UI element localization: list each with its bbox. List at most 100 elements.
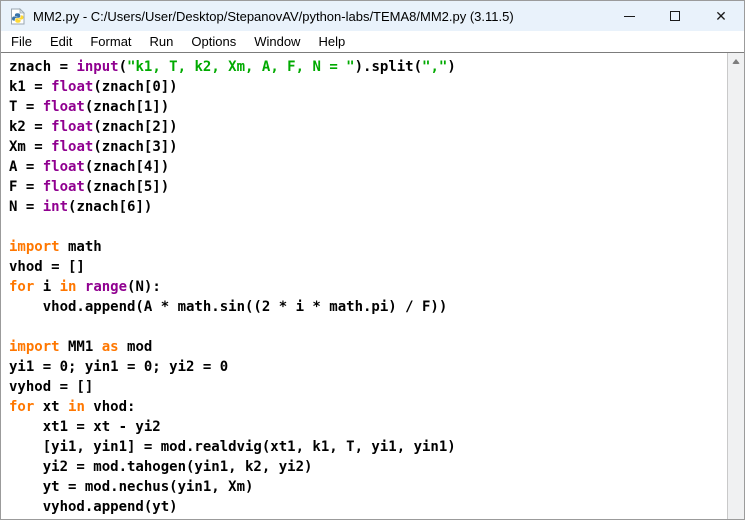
menu-item-run[interactable]: Run	[141, 32, 183, 51]
code-token: (znach[0])	[93, 79, 177, 95]
window-controls: ✕	[606, 1, 744, 31]
code-token: for	[9, 399, 34, 415]
menubar: FileEditFormatRunOptionsWindowHelp	[1, 31, 744, 53]
code-token: vhod:	[85, 399, 136, 415]
code-token: Xm =	[9, 139, 51, 155]
code-token: xt1 = xt - yi2	[9, 419, 161, 435]
code-token: (znach[5])	[85, 179, 169, 195]
titlebar: MM2.py - C:/Users/User/Desktop/StepanovA…	[1, 1, 744, 31]
python-file-icon	[9, 8, 26, 25]
code-line: import math	[9, 237, 727, 257]
code-token: (znach[1])	[85, 99, 169, 115]
code-line	[9, 217, 727, 237]
code-token: in	[60, 279, 77, 295]
code-line: k2 = float(znach[2])	[9, 117, 727, 137]
code-token: mod	[119, 339, 153, 355]
code-token: vyhod = []	[9, 379, 93, 395]
code-line: A = float(znach[4])	[9, 157, 727, 177]
minimize-button[interactable]	[606, 1, 652, 31]
code-line: for xt in vhod:	[9, 397, 727, 417]
menu-item-format[interactable]: Format	[81, 32, 140, 51]
code-token: T =	[9, 99, 43, 115]
code-token: float	[43, 179, 85, 195]
code-token: import	[9, 239, 60, 255]
code-token: "k1, T, k2, Xm, A, F, N = "	[127, 59, 355, 75]
menu-item-edit[interactable]: Edit	[41, 32, 81, 51]
code-line: vhod = []	[9, 257, 727, 277]
code-line: F = float(znach[5])	[9, 177, 727, 197]
code-token: (	[119, 59, 127, 75]
code-token: ","	[422, 59, 447, 75]
code-token: (znach[3])	[93, 139, 177, 155]
code-line: vyhod.append(yt)	[9, 497, 727, 517]
code-token: [yi1, yin1] = mod.realdvig(xt1, k1, T, y…	[9, 439, 456, 455]
code-token: k1 =	[9, 79, 51, 95]
code-token: ).split(	[355, 59, 422, 75]
close-button[interactable]: ✕	[698, 1, 744, 31]
code-token: float	[51, 119, 93, 135]
code-token: yt = mod.nechus(yin1, Xm)	[9, 479, 253, 495]
maximize-icon	[670, 11, 680, 21]
code-token: import	[9, 339, 60, 355]
code-token: (znach[6])	[68, 199, 152, 215]
code-line: T = float(znach[1])	[9, 97, 727, 117]
code-token: k2 =	[9, 119, 51, 135]
code-token: vhod = []	[9, 259, 85, 275]
code-token: N =	[9, 199, 43, 215]
code-token: (N):	[127, 279, 161, 295]
code-token: MM1	[60, 339, 102, 355]
code-token: znach =	[9, 59, 76, 75]
code-line: N = int(znach[6])	[9, 197, 727, 217]
code-token: float	[43, 159, 85, 175]
code-line: vyhod = []	[9, 377, 727, 397]
code-line: Xm = float(znach[3])	[9, 137, 727, 157]
code-token: float	[51, 139, 93, 155]
code-token: float	[43, 99, 85, 115]
code-line	[9, 317, 727, 337]
minimize-icon	[624, 16, 635, 17]
code-token: )	[447, 59, 455, 75]
code-token: math	[60, 239, 102, 255]
menu-item-file[interactable]: File	[2, 32, 41, 51]
code-token: int	[43, 199, 68, 215]
code-token: A =	[9, 159, 43, 175]
code-token: input	[76, 59, 118, 75]
code-line: yi2 = mod.tahogen(yin1, k2, yi2)	[9, 457, 727, 477]
code-token: (znach[2])	[93, 119, 177, 135]
code-token	[76, 279, 84, 295]
code-token: for	[9, 279, 34, 295]
code-editor[interactable]: znach = input("k1, T, k2, Xm, A, F, N = …	[1, 53, 727, 519]
menu-item-help[interactable]: Help	[309, 32, 354, 51]
editor-content: znach = input("k1, T, k2, Xm, A, F, N = …	[1, 53, 744, 519]
code-line: znach = input("k1, T, k2, Xm, A, F, N = …	[9, 57, 727, 77]
close-icon: ✕	[715, 9, 727, 23]
code-token: in	[68, 399, 85, 415]
code-token: vhod.append(A * math.sin((2 * i * math.p…	[9, 299, 447, 315]
code-token: vyhod.append(yt)	[9, 499, 178, 515]
maximize-button[interactable]	[652, 1, 698, 31]
code-line: [yi1, yin1] = mod.realdvig(xt1, k1, T, y…	[9, 437, 727, 457]
code-token: range	[85, 279, 127, 295]
code-token: yi2 = mod.tahogen(yin1, k2, yi2)	[9, 459, 312, 475]
code-line: import MM1 as mod	[9, 337, 727, 357]
scroll-up-button[interactable]	[728, 53, 744, 70]
code-line: k1 = float(znach[0])	[9, 77, 727, 97]
code-token: float	[51, 79, 93, 95]
code-line: yt = mod.nechus(yin1, Xm)	[9, 477, 727, 497]
idle-editor-window: MM2.py - C:/Users/User/Desktop/StepanovA…	[0, 0, 745, 520]
vertical-scrollbar[interactable]	[727, 53, 744, 519]
code-token: i	[34, 279, 59, 295]
code-line: yi1 = 0; yin1 = 0; yi2 = 0	[9, 357, 727, 377]
menu-item-window[interactable]: Window	[245, 32, 309, 51]
scroll-up-icon	[732, 59, 740, 64]
code-line: vhod.append(A * math.sin((2 * i * math.p…	[9, 297, 727, 317]
code-line: xt1 = xt - yi2	[9, 417, 727, 437]
code-token: yi1 = 0; yin1 = 0; yi2 = 0	[9, 359, 228, 375]
code-token: (znach[4])	[85, 159, 169, 175]
window-title: MM2.py - C:/Users/User/Desktop/StepanovA…	[33, 9, 514, 24]
code-line: for i in range(N):	[9, 277, 727, 297]
menu-item-options[interactable]: Options	[182, 32, 245, 51]
code-token: F =	[9, 179, 43, 195]
code-token: xt	[34, 399, 68, 415]
code-token: as	[102, 339, 119, 355]
